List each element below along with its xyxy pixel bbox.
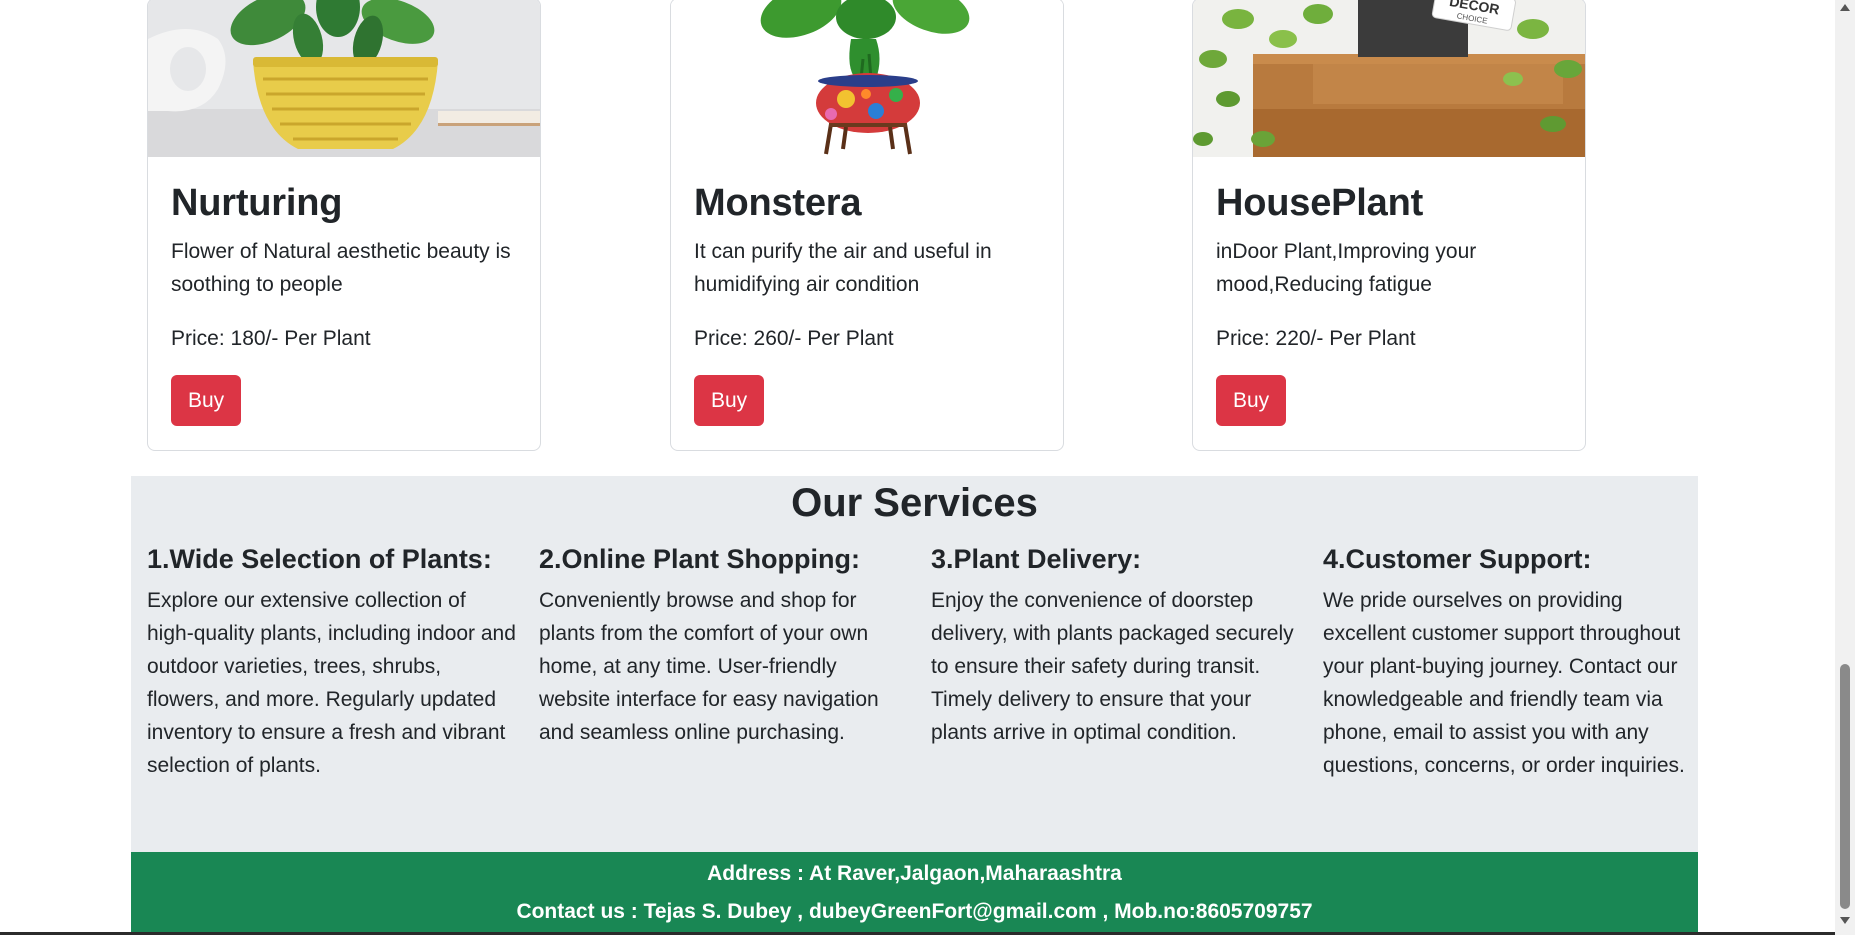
- service-title: 1.Wide Selection of Plants:: [147, 544, 492, 574]
- product-title: Monstera: [694, 182, 862, 224]
- footer-address: Address : At Raver,Jalgaon,Maharaashtra: [707, 862, 1122, 885]
- product-card-monstera: Monstera It can purify the air and usefu…: [670, 0, 1064, 451]
- hanging-houseplant-image: DECOR CHOICE: [1193, 0, 1585, 157]
- product-price: Price: 220/- Per Plant: [1216, 327, 1416, 350]
- service-item-wide-selection: 1.Wide Selection of Plants: Explore our …: [147, 542, 517, 782]
- page-scrollbar[interactable]: [1835, 0, 1855, 935]
- product-description: It can purify the air and useful in humi…: [694, 240, 992, 296]
- page: Nurturing Flower of Natural aesthetic be…: [0, 0, 1855, 935]
- product-title: HousePlant: [1216, 182, 1424, 224]
- scroll-up-arrow-icon[interactable]: [1840, 4, 1850, 11]
- potted-plant-yellow-basket-image: [148, 0, 540, 157]
- buy-button[interactable]: Buy: [171, 375, 242, 426]
- services-heading: Our Services: [791, 481, 1038, 525]
- service-text: Enjoy the convenience of doorstep delive…: [931, 589, 1294, 744]
- product-title: Nurturing: [171, 182, 343, 224]
- services-section: Our Services 1.Wide Selection of Plants:…: [131, 476, 1698, 852]
- service-title: 2.Online Plant Shopping:: [539, 544, 860, 574]
- service-text: We pride ourselves on providing excellen…: [1323, 589, 1685, 777]
- product-price: Price: 180/- Per Plant: [171, 327, 371, 350]
- service-text: Explore our extensive collection of high…: [147, 589, 516, 777]
- product-card-houseplant: DECOR CHOICE HousePlant inDoor Plant,Imp…: [1192, 0, 1586, 451]
- product-description: Flower of Natural aesthetic beauty is so…: [171, 240, 511, 296]
- product-card-nurturing: Nurturing Flower of Natural aesthetic be…: [147, 0, 541, 451]
- scroll-down-arrow-icon[interactable]: [1840, 917, 1850, 924]
- buy-button[interactable]: Buy: [694, 375, 765, 426]
- service-item-plant-delivery: 3.Plant Delivery: Enjoy the convenience …: [931, 542, 1301, 749]
- footer-contact: Contact us : Tejas S. Dubey , dubeyGreen…: [516, 900, 1313, 923]
- product-price: Price: 260/- Per Plant: [694, 327, 894, 350]
- service-title: 4.Customer Support:: [1323, 544, 1592, 574]
- monstera-colorful-pot-image: [671, 0, 1063, 157]
- footer: Address : At Raver,Jalgaon,Maharaashtra …: [131, 852, 1698, 935]
- buy-button[interactable]: Buy: [1216, 375, 1287, 426]
- service-text: Conveniently browse and shop for plants …: [539, 589, 879, 744]
- service-title: 3.Plant Delivery:: [931, 544, 1142, 574]
- service-item-customer-support: 4.Customer Support: We pride ourselves o…: [1323, 542, 1693, 782]
- service-item-online-shopping: 2.Online Plant Shopping: Conveniently br…: [539, 542, 909, 749]
- product-description: inDoor Plant,Improving your mood,Reducin…: [1216, 240, 1477, 296]
- scrollbar-thumb[interactable]: [1840, 664, 1850, 909]
